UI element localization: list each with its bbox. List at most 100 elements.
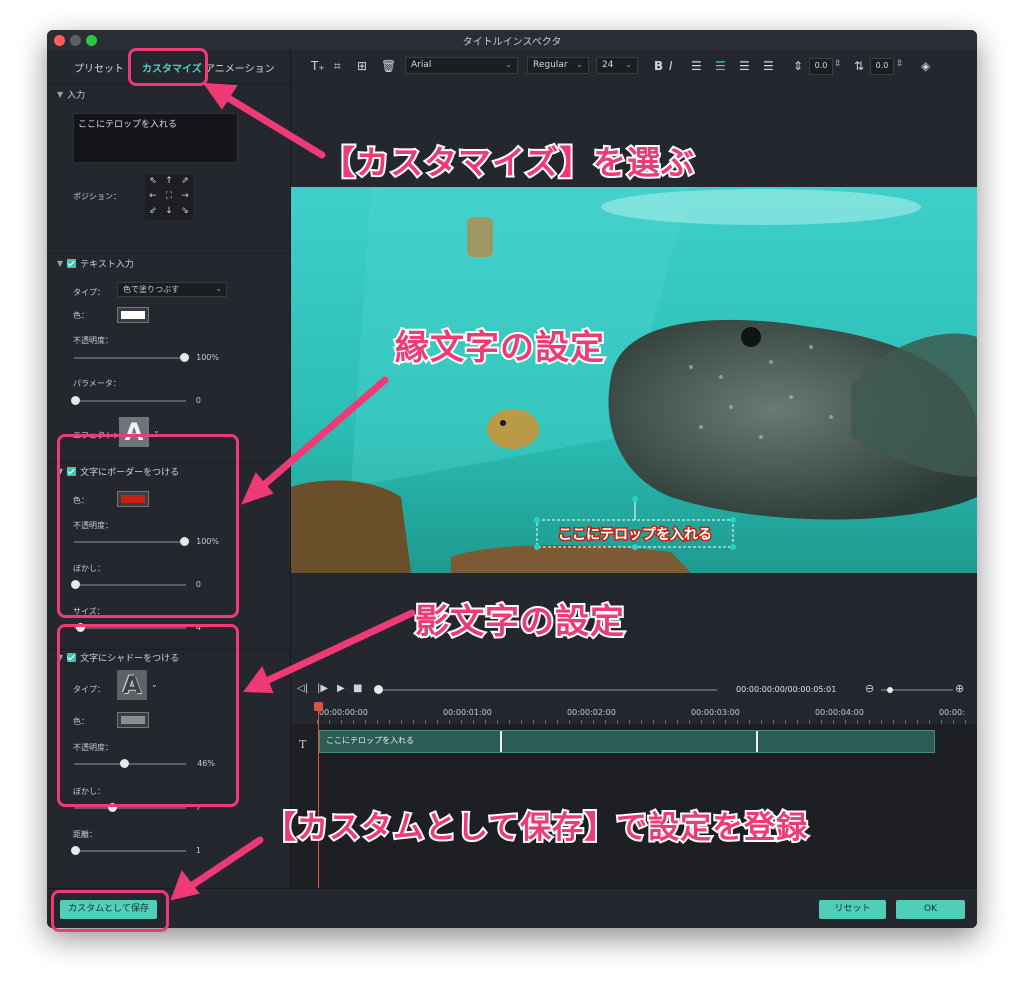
text-track-icon: T [299,738,307,751]
ruler-tick-label: 00:00:01:00 [443,708,492,717]
stop-icon[interactable]: ■ [353,683,362,694]
char-spacing-icon: ⇕ [793,59,804,73]
shadow-settings-highlight [57,624,239,807]
shadow-blur-slider[interactable] [74,803,186,812]
arrow-right-icon[interactable]: → [177,189,193,204]
trash-icon[interactable]: 🗑 [381,59,396,73]
reset-button[interactable]: リセット [819,900,886,919]
fill-color-swatch[interactable] [117,307,149,323]
position-label: ポジション： [73,192,121,201]
slider-handle[interactable] [71,846,80,855]
ruler-tick-label: 00:00:04:00 [815,708,864,717]
input-section-header[interactable]: ▼ 入力 [57,88,85,101]
layers-icon[interactable]: ◈ [921,59,930,73]
annotation-outline-setting: 縁文字の設定 [393,326,606,370]
playhead-line[interactable] [318,702,319,888]
tab-animation[interactable]: アニメーション [205,60,275,75]
align-justify-icon[interactable]: ☰ [763,59,774,73]
chevron-down-icon: ⌄ [505,60,512,69]
position-grid: ⇖ ↑ ⇗ ← ⛶ → ⇙ ↓ ⇘ [145,174,193,220]
line-spacing-icon: ⇅ [854,59,865,73]
arrow-down-left-icon[interactable]: ⇙ [145,204,161,219]
parameter-label: パラメータ： [73,379,121,388]
video-preview[interactable]: ここにテロップを入れる [291,187,977,573]
chevron-down-icon: ▼ [57,90,64,99]
color-label: 色： [73,311,89,320]
preview-frame: ここにテロップを入れる [291,187,977,573]
slider-handle[interactable] [71,396,80,405]
arrow-up-left-icon[interactable]: ⇖ [145,174,161,189]
arrow-down-icon[interactable]: ↓ [161,204,177,219]
fill-type-select[interactable]: 色で塗りつぶす ⌄ [117,282,227,297]
ruler-tick-label: 00:00:03:00 [691,708,740,717]
distance-label: 距離： [73,830,97,839]
footer-bar: カスタムとして保存 リセット OK [47,888,977,928]
fill-opacity-slider[interactable] [74,353,189,362]
playhead-handle[interactable] [314,702,323,711]
divider [47,253,290,254]
stepper-icon[interactable]: ⇳ [834,59,842,69]
line-spacing-input[interactable]: 0.0 [870,58,894,75]
font-style-select[interactable]: Regular ⌄ [527,57,589,74]
annotation-save-register: 【カスタムとして保存】で設定を登録 [263,808,809,848]
arrow-up-right-icon[interactable]: ⇗ [177,174,193,189]
shadow-distance-slider[interactable] [71,846,186,855]
text-toolbar: T₊ ⌗ ⊞ 🗑 Arial ⌄ Regular ⌄ 24 ⌄ B I ☰ ☰ … [291,50,977,82]
border-settings-highlight [57,434,239,618]
add-image-icon[interactable]: ⊞ [357,59,367,73]
arrow-down-right-icon[interactable]: ⇘ [177,204,193,219]
clip-split[interactable] [500,731,502,752]
chevron-down-icon: ⌄ [576,60,583,69]
timecode: 00:00:00:00/00:00:05:01 [736,685,837,694]
opacity-label: 不透明度： [73,336,113,345]
zoom-slider[interactable] [881,687,953,693]
text-fill-checkbox[interactable] [67,259,77,268]
bold-button[interactable]: B [654,59,663,73]
type-label: タイプ： [73,288,105,297]
customize-tab-highlight [128,48,208,86]
add-text-icon[interactable]: T₊ [311,59,325,73]
center-icon[interactable]: ⛶ [161,189,177,204]
slider-handle[interactable] [887,687,893,693]
caption-text: ここにテロップを入れる [558,527,712,543]
stepper-icon[interactable]: ⇳ [896,59,904,69]
chevron-down-icon: ⌄ [215,284,222,293]
font-size-select[interactable]: 24 ⌄ [596,57,638,74]
zoom-in-icon[interactable]: ⊕ [955,682,964,695]
text-box-icon[interactable]: ⌗ [334,59,341,74]
tab-preset[interactable]: プリセット [74,60,124,75]
align-center-icon[interactable]: ☰ [715,59,726,73]
arrow-up-icon[interactable]: ↑ [161,174,177,189]
italic-button[interactable]: I [669,59,673,73]
slider-handle[interactable] [180,353,189,362]
annotation-choose-customize: 【カスタマイズ】を選ぶ [320,141,696,184]
annotation-shadow-setting: 影文字の設定 [413,600,626,644]
prev-frame-icon[interactable]: ◁| [297,683,308,694]
ruler-tick-label: 00:00:00:00 [319,708,368,717]
align-right-icon[interactable]: ☰ [739,59,750,73]
text-fill-section-header[interactable]: ▼ テキスト入力 [57,257,134,270]
align-left-icon[interactable]: ☰ [691,59,702,73]
play-icon[interactable]: ▶ [337,683,345,694]
save-button-highlight [51,890,169,932]
chevron-down-icon: ▼ [57,259,64,268]
ok-button[interactable]: OK [896,900,965,919]
window-title: タイトルインスペクタ [462,37,562,48]
title-clip[interactable]: ここにテロップを入れる [319,730,935,753]
arrow-left-icon[interactable]: ← [145,189,161,204]
clip-split[interactable] [756,731,758,752]
zoom-out-icon[interactable]: ⊖ [865,682,874,695]
parameter-slider[interactable] [71,396,186,405]
ruler-tick-label: 00:00: [939,708,965,717]
parameter-value: 0 [195,396,201,405]
slider-handle[interactable] [374,685,383,694]
color-fill [121,311,145,319]
title-text-input[interactable]: ここにテロップを入れる [73,113,238,163]
playhead-scrubber[interactable] [374,685,717,694]
chevron-down-icon: ⌄ [625,60,632,69]
step-play-icon[interactable]: |▶ [317,683,328,694]
font-family-select[interactable]: Arial ⌄ [405,57,518,74]
clip-label: ここにテロップを入れる [326,736,414,745]
timeline: 00:00:00:00 00:00:01:00 00:00:02:00 00:0… [291,702,977,888]
char-spacing-input[interactable]: 0.0 [809,58,833,75]
